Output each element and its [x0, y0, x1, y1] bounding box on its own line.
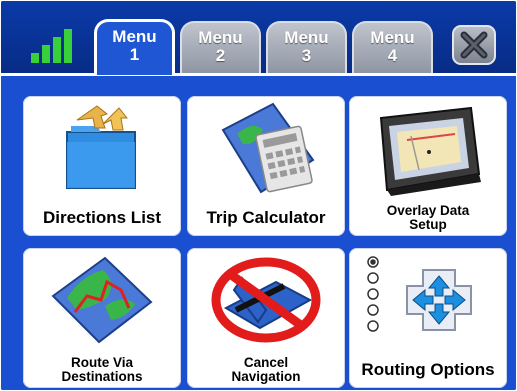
top-bar: Menu 1 Menu 2 Menu 3 Menu 4	[1, 1, 516, 75]
screen: Menu 1 Menu 2 Menu 3 Menu 4 Directions L…	[1, 1, 516, 390]
tile-label: Route Via Destinations	[23, 356, 181, 384]
tab-label: Menu	[112, 27, 157, 46]
overlay-data-setup-button[interactable]: Overlay Data Setup	[349, 96, 507, 236]
signal-strength-icon	[31, 29, 72, 63]
routing-options-icon	[367, 256, 472, 332]
tab-label: Menu	[284, 28, 329, 47]
tile-label: Cancel Navigation	[187, 356, 345, 384]
directions-folder-icon	[66, 105, 136, 189]
tab-menu-4[interactable]: Menu 4	[352, 21, 433, 73]
close-button[interactable]	[452, 25, 496, 65]
tab-label: Menu	[198, 28, 243, 47]
menu-grid: Directions List Trip Calculator Overlay …	[1, 73, 516, 390]
tab-number: 3	[301, 46, 312, 65]
route-via-destinations-button[interactable]: Route Via Destinations	[23, 248, 181, 388]
tile-label: Trip Calculator	[206, 208, 326, 227]
tile-label: Directions List	[42, 208, 162, 227]
tile-label-line1: Route Via	[70, 355, 133, 370]
tile-label-line2: Setup	[409, 217, 447, 232]
tile-label-line2: Navigation	[231, 369, 301, 384]
tile-label: Overlay Data Setup	[349, 204, 507, 232]
tab-label: Menu	[370, 28, 415, 47]
trip-calculator-button[interactable]: Trip Calculator	[187, 96, 345, 236]
tile-label: Routing Options	[361, 360, 495, 379]
tile-label-line2: Destinations	[61, 369, 143, 384]
tab-menu-2[interactable]: Menu 2	[180, 21, 261, 73]
routing-options-button[interactable]: Routing Options	[349, 248, 507, 388]
no-route-icon	[211, 257, 321, 343]
close-icon	[460, 31, 488, 59]
route-map-icon	[51, 256, 153, 344]
cancel-navigation-button[interactable]: Cancel Navigation	[187, 248, 345, 388]
tab-number: 1	[129, 45, 140, 64]
gps-device-icon	[379, 106, 481, 196]
tab-menu-1[interactable]: Menu 1	[94, 19, 175, 75]
tile-label-line1: Cancel	[243, 355, 289, 370]
tab-number: 4	[387, 46, 398, 65]
calculator-map-icon	[221, 102, 315, 194]
tab-number: 2	[215, 46, 226, 65]
tile-label-line1: Overlay Data	[386, 203, 470, 218]
tab-menu-3[interactable]: Menu 3	[266, 21, 347, 73]
directions-list-button[interactable]: Directions List	[23, 96, 181, 236]
